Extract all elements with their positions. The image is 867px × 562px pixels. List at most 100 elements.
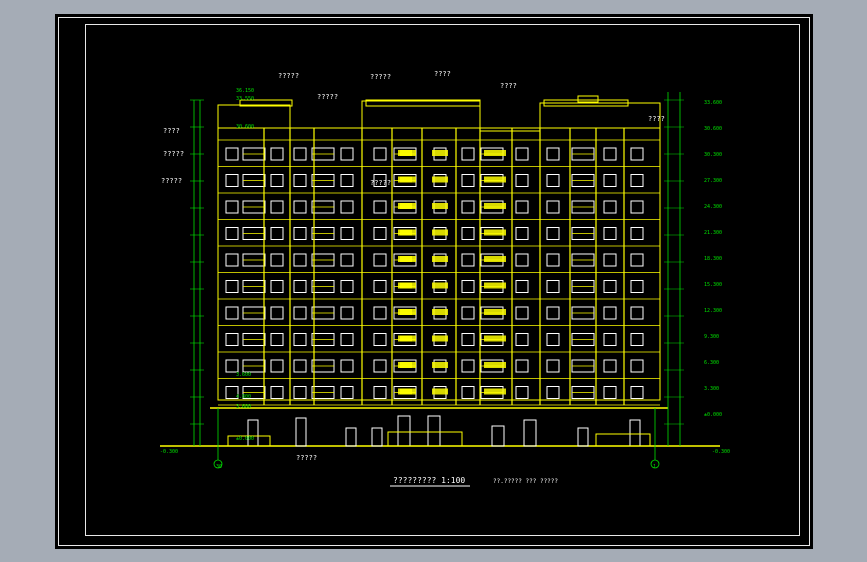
window-7-3 (293, 333, 307, 346)
canopy-1 (387, 431, 463, 447)
axis-left-label: 30 (216, 464, 222, 470)
note-top-1: ????? (278, 72, 299, 80)
level-left-4: 4.800 (236, 394, 251, 400)
level-right-11: 3.300 (704, 386, 719, 392)
window-6-0 (225, 306, 239, 320)
annotation-labels: ????? ????? ????? ???? ???? ???? ????? ?… (160, 70, 730, 485)
window-6-6 (373, 306, 387, 320)
level-bottom-right: -0.300 (712, 449, 730, 455)
window-4-14 (603, 253, 617, 267)
window-9-6 (373, 386, 387, 399)
shaft-fill-3-3 (398, 229, 412, 236)
canopy-2 (595, 433, 651, 447)
window-2-2 (270, 200, 284, 214)
window-8-5 (340, 359, 354, 373)
window-7-6 (373, 333, 387, 346)
window-0-11 (515, 147, 529, 161)
window-4-15 (630, 253, 644, 267)
window-9-12 (546, 386, 560, 399)
window-9-5 (340, 386, 354, 399)
shaft-fill-2-2 (484, 203, 506, 209)
window-5-11 (515, 280, 529, 293)
level-right-6: 18.300 (704, 256, 722, 262)
elevation-drawing: ????? ????? ????? ???? ???? ???? ????? ?… (160, 70, 730, 487)
window-9-2 (270, 386, 284, 399)
window-1-12 (546, 174, 560, 187)
level-right-2: 30.300 (704, 152, 722, 158)
level-right-0: 33.600 (704, 100, 722, 106)
note-left-1: ???? (163, 127, 180, 135)
window-9-3 (293, 386, 307, 399)
window-8-11 (515, 359, 529, 373)
shaft-fill-2-1 (484, 176, 506, 183)
window-1-14 (603, 174, 617, 187)
window-7-11 (515, 333, 529, 346)
shaft-fill-2-4 (484, 256, 506, 262)
window-6-2 (270, 306, 284, 320)
level-right-12: ±0.000 (704, 412, 722, 418)
window-4-11 (515, 253, 529, 267)
window-2-11 (515, 200, 529, 214)
shaft-fill-2-0 (484, 150, 506, 156)
window-1-9 (461, 174, 475, 187)
level-right-10: 6.300 (704, 360, 719, 366)
window-9-9 (461, 386, 475, 399)
roof-parapet-3 (577, 95, 599, 103)
shaft-fill-1-3 (432, 229, 448, 236)
window-6-11 (515, 306, 529, 320)
window-1-2 (270, 174, 284, 187)
note-right-1: ???? (648, 115, 665, 123)
window-6-12 (546, 306, 560, 320)
window-8-12 (546, 359, 560, 373)
window-0-0 (225, 147, 239, 161)
window-5-12 (546, 280, 560, 293)
shaft-fill-3-0 (398, 150, 412, 156)
shaft-fill-3-7 (398, 335, 412, 342)
window-7-0 (225, 333, 239, 346)
note-top-5: ???? (500, 82, 517, 90)
window-2-0 (225, 200, 239, 214)
window-1-15 (630, 174, 644, 187)
window-5-0 (225, 280, 239, 293)
window-7-2 (270, 333, 284, 346)
window-6-5 (340, 306, 354, 320)
door-6 (491, 425, 505, 447)
window-5-5 (340, 280, 354, 293)
shaft-fill-1-2 (432, 203, 448, 209)
window-3-6 (373, 227, 387, 240)
shaft-fill-3-6 (398, 309, 412, 315)
window-0-5 (340, 147, 354, 161)
building-block-2 (361, 100, 481, 401)
window-5-15 (630, 280, 644, 293)
window-3-2 (270, 227, 284, 240)
note-bottom-1: ????? (296, 454, 317, 462)
level-right-1: 30.600 (704, 126, 722, 132)
window-4-12 (546, 253, 560, 267)
window-5-6 (373, 280, 387, 293)
door-2 (345, 427, 357, 447)
door-7 (523, 419, 537, 447)
window-5-9 (461, 280, 475, 293)
window-2-6 (373, 200, 387, 214)
window-9-14 (603, 386, 617, 399)
door-9 (629, 419, 641, 447)
door-5 (427, 415, 441, 447)
drawing-subtitle: ??.????? ??? ????? (493, 478, 558, 485)
level-right-5: 21.300 (704, 230, 722, 236)
window-5-2 (270, 280, 284, 293)
level-left-3: 3.600 (236, 372, 251, 378)
window-6-9 (461, 306, 475, 320)
level-left-1: 33.550 (236, 96, 254, 102)
level-left-5: 3.600 (236, 404, 251, 410)
door-1 (295, 417, 307, 447)
level-left-6: ±0.000 (236, 436, 254, 442)
window-1-5 (340, 174, 354, 187)
window-0-14 (603, 147, 617, 161)
window-1-11 (515, 174, 529, 187)
door-0 (247, 419, 259, 447)
window-3-9 (461, 227, 475, 240)
note-top-3: ????? (370, 73, 391, 81)
window-4-0 (225, 253, 239, 267)
window-0-15 (630, 147, 644, 161)
window-4-3 (293, 253, 307, 267)
